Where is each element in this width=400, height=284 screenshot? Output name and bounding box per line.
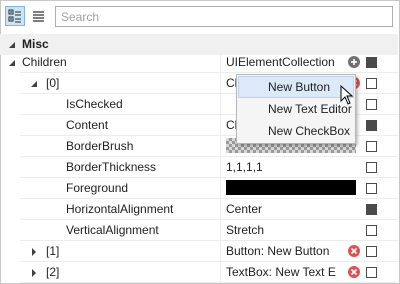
property-name: BorderThickness (20, 157, 221, 178)
property-row-children[interactable]: Children UIElementCollection (0, 52, 398, 73)
property-name: [1] (20, 241, 221, 262)
property-marker-checkbox[interactable] (366, 78, 377, 89)
add-item-context-menu: New Button New Text Editor New CheckBox (236, 74, 356, 144)
alphabetical-view-button[interactable] (28, 6, 48, 26)
property-name-label: IsChecked (66, 97, 123, 111)
property-name-label: BorderBrush (66, 139, 134, 153)
property-marker-checkbox[interactable] (366, 162, 377, 173)
color-swatch[interactable] (226, 180, 356, 195)
property-marker-checkbox[interactable] (366, 204, 377, 215)
property-name: VerticalAlignment (20, 220, 221, 241)
property-value-text: Center (226, 202, 263, 216)
property-row-foreground[interactable]: Foreground (0, 178, 398, 199)
toolbar (0, 0, 398, 34)
collection-item-row[interactable]: [1] Button: New Button (0, 241, 398, 262)
property-name: Children (20, 52, 221, 73)
search-input[interactable] (55, 6, 393, 27)
mouse-pointer-icon (340, 85, 354, 105)
collapse-arrow-icon[interactable] (8, 59, 16, 67)
property-name-label: VerticalAlignment (66, 223, 159, 237)
property-name: [2] (20, 262, 221, 283)
property-marker-checkbox[interactable] (366, 57, 377, 68)
property-name: [0] (20, 73, 221, 94)
property-name-label: Content (66, 118, 109, 132)
property-value-text: Button: New Button (226, 244, 330, 258)
remove-item-icon[interactable] (347, 244, 361, 258)
remove-item-icon[interactable] (347, 265, 361, 279)
property-row-borderthickness[interactable]: BorderThickness 1,1,1,1 (0, 157, 398, 178)
property-value-text: Stretch (226, 223, 265, 237)
property-name-label: Foreground (66, 181, 129, 195)
property-name: IsChecked (20, 94, 221, 115)
property-marker-checkbox[interactable] (366, 120, 377, 131)
property-marker-checkbox[interactable] (366, 141, 377, 152)
property-name: Content (20, 115, 221, 136)
property-name-label: Children (22, 55, 67, 69)
menu-item-new-checkbox[interactable]: New CheckBox (238, 120, 354, 142)
categorized-view-button[interactable] (5, 6, 25, 26)
collapse-arrow-icon[interactable] (8, 41, 16, 49)
add-item-icon[interactable] (347, 55, 361, 69)
property-marker-checkbox[interactable] (366, 183, 377, 194)
property-name-label: [1] (46, 244, 60, 258)
property-name-label: [2] (46, 265, 60, 279)
property-name-label: BorderThickness (66, 160, 157, 174)
property-row-horizontalalignment[interactable]: HorizontalAlignment Center (0, 199, 398, 220)
property-name-label: [0] (46, 76, 60, 90)
property-value-text: UIElementCollection (226, 55, 335, 69)
property-value-text: TextBox: New Text E (226, 265, 336, 279)
menu-item-new-button[interactable]: New Button (238, 76, 354, 98)
alphabetical-list-icon (33, 11, 44, 22)
property-row-verticalalignment[interactable]: VerticalAlignment Stretch (0, 220, 398, 241)
property-name: HorizontalAlignment (20, 199, 221, 220)
collection-item-row[interactable]: [2] TextBox: New Text E (0, 262, 398, 283)
property-marker-checkbox[interactable] (366, 246, 377, 257)
property-name-label: HorizontalAlignment (66, 202, 174, 216)
property-name: Foreground (20, 178, 221, 199)
categorized-view-icon (8, 9, 21, 23)
property-marker-checkbox[interactable] (366, 267, 377, 278)
property-value-text: 1,1,1,1 (226, 160, 263, 174)
property-marker-checkbox[interactable] (366, 225, 377, 236)
property-marker-checkbox[interactable] (366, 99, 377, 110)
menu-item-new-text-editor[interactable]: New Text Editor (238, 98, 354, 120)
property-name: BorderBrush (20, 136, 221, 157)
